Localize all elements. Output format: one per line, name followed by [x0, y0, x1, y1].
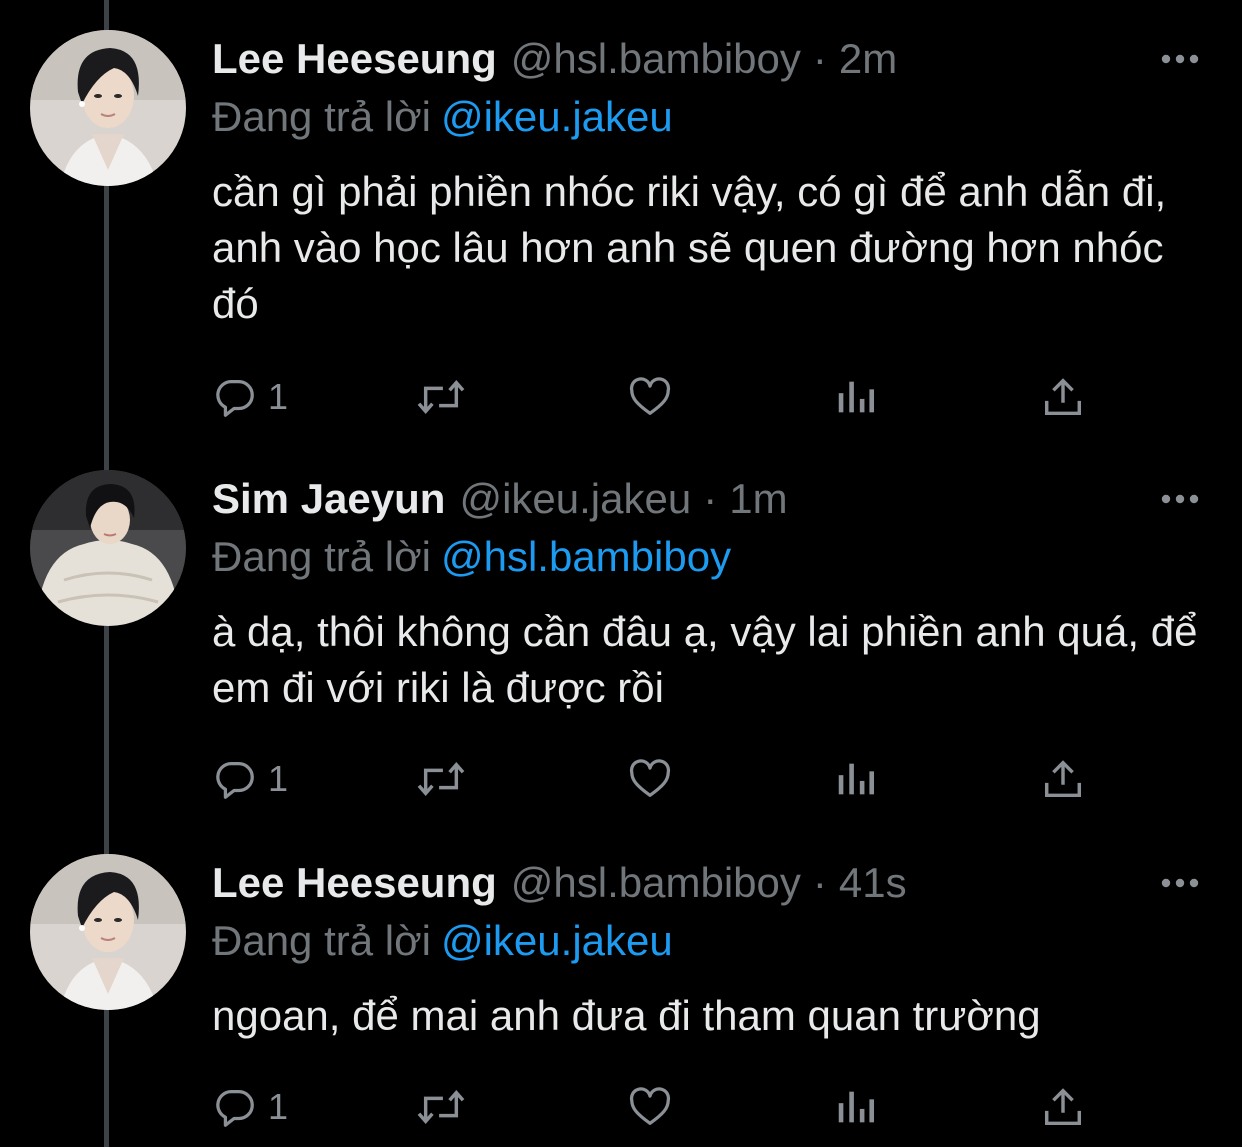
replying-to-label: Đang trả lời — [212, 917, 431, 964]
heart-icon — [629, 1087, 671, 1125]
like-button[interactable] — [626, 754, 674, 804]
display-name[interactable]: Lee Heeseung — [212, 30, 497, 88]
avatar-image — [30, 854, 186, 1010]
reply-count: 1 — [268, 758, 289, 799]
reply-icon — [216, 380, 254, 417]
reply-icon — [216, 1090, 254, 1127]
tweet-header: Lee Heeseung @hsl.bambiboy · 2m — [212, 30, 897, 88]
more-options-button[interactable] — [1152, 484, 1208, 514]
avatar-lee-heeseung[interactable] — [30, 30, 186, 186]
tweet-actions: 1 — [212, 754, 1092, 804]
share-button[interactable] — [1040, 1082, 1086, 1132]
user-handle[interactable]: @hsl.bambiboy — [511, 854, 801, 912]
user-handle[interactable]: @ikeu.jakeu — [459, 470, 691, 528]
replying-to-line: Đang trả lời @ikeu.jakeu — [212, 912, 673, 970]
share-button[interactable] — [1040, 754, 1086, 804]
replying-to-label: Đang trả lời — [212, 93, 431, 140]
heart-icon — [629, 759, 671, 797]
reply-count: 1 — [268, 1086, 289, 1127]
replying-to-handle[interactable]: @ikeu.jakeu — [441, 917, 673, 964]
tweet-actions: 1 — [212, 372, 1092, 422]
reply-button[interactable]: 1 — [212, 372, 288, 422]
avatar-image — [30, 30, 186, 186]
avatar-sim-jaeyun[interactable] — [30, 470, 186, 626]
tweet-header: Lee Heeseung @hsl.bambiboy · 41s — [212, 854, 907, 912]
separator-dot: · — [812, 35, 827, 82]
user-handle[interactable]: @hsl.bambiboy — [511, 30, 801, 88]
retweet-button[interactable] — [414, 1082, 468, 1132]
more-icon — [1161, 494, 1199, 504]
analytics-icon — [838, 1091, 875, 1123]
avatar-image — [30, 470, 186, 626]
tweet-actions: 1 — [212, 1082, 1092, 1132]
timestamp[interactable]: 41s — [839, 854, 907, 912]
like-button[interactable] — [626, 1082, 674, 1132]
replying-to-line: Đang trả lời @hsl.bambiboy — [212, 528, 731, 586]
reply-icon — [216, 762, 254, 799]
reply-button[interactable]: 1 — [212, 754, 288, 804]
avatar-lee-heeseung[interactable] — [30, 854, 186, 1010]
replying-to-handle[interactable]: @hsl.bambiboy — [441, 533, 731, 580]
analytics-button[interactable] — [834, 754, 878, 804]
replying-to-handle[interactable]: @ikeu.jakeu — [441, 93, 673, 140]
share-icon — [1044, 760, 1082, 798]
analytics-button[interactable] — [834, 1082, 878, 1132]
reply-button[interactable]: 1 — [212, 1082, 288, 1132]
analytics-button[interactable] — [834, 372, 878, 422]
separator-dot: · — [703, 475, 718, 522]
retweet-icon — [417, 762, 465, 796]
analytics-icon — [838, 381, 875, 413]
analytics-icon — [838, 763, 875, 795]
separator-dot: · — [812, 859, 827, 906]
more-options-button[interactable] — [1152, 44, 1208, 74]
timestamp[interactable]: 2m — [839, 30, 897, 88]
retweet-icon — [417, 1090, 465, 1124]
replying-to-label: Đang trả lời — [212, 533, 431, 580]
tweet-text: cần gì phải phiền nhóc riki vậy, có gì đ… — [212, 168, 1167, 327]
share-button[interactable] — [1040, 372, 1086, 422]
tweet-text: ngoan, để mai anh đưa đi tham quan trườn… — [212, 992, 1041, 1039]
share-icon — [1044, 378, 1082, 416]
replying-to-line: Đang trả lời @ikeu.jakeu — [212, 88, 673, 146]
tweet-text: à dạ, thôi không cần đâu ạ, vậy lai phiề… — [212, 608, 1198, 711]
display-name[interactable]: Lee Heeseung — [212, 854, 497, 912]
share-icon — [1044, 1088, 1082, 1126]
like-button[interactable] — [626, 372, 674, 422]
heart-icon — [629, 377, 671, 415]
timestamp[interactable]: 1m — [729, 470, 787, 528]
tweet-header: Sim Jaeyun @ikeu.jakeu · 1m — [212, 470, 788, 528]
reply-count: 1 — [268, 376, 289, 417]
retweet-icon — [417, 380, 465, 414]
more-options-button[interactable] — [1152, 868, 1208, 898]
retweet-button[interactable] — [414, 372, 468, 422]
display-name[interactable]: Sim Jaeyun — [212, 470, 445, 528]
retweet-button[interactable] — [414, 754, 468, 804]
more-icon — [1161, 54, 1199, 64]
more-icon — [1161, 878, 1199, 888]
